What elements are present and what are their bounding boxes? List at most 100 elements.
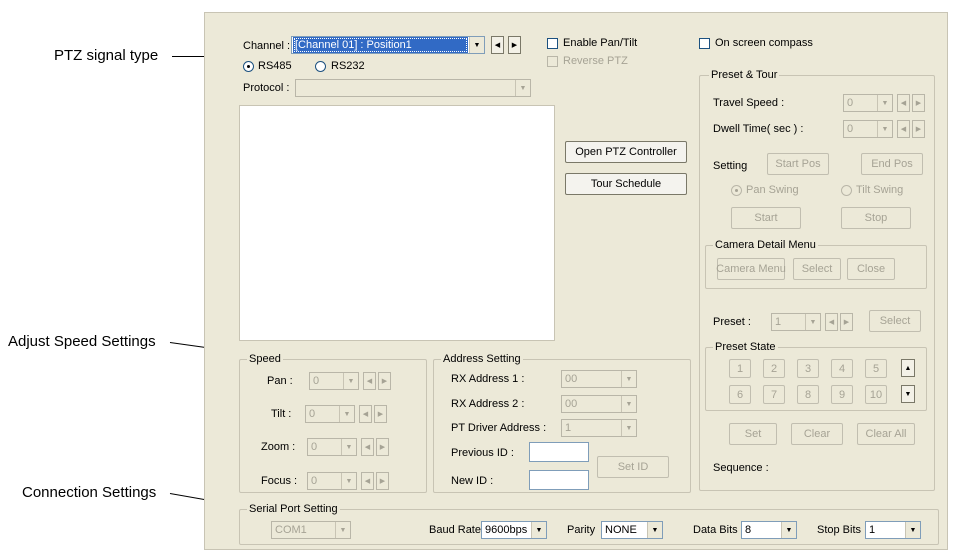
arrow-left-icon: ◀ [494, 42, 501, 49]
start-button[interactable]: Start [731, 207, 801, 229]
data-bits-select[interactable]: 8 ▼ [741, 521, 797, 539]
travel-speed-dec-button[interactable]: ◀ [897, 94, 910, 112]
zoom-speed-value: 0 [311, 441, 318, 453]
preset-state-button-5[interactable]: 5 [865, 359, 887, 378]
parity-value: NONE [605, 524, 637, 536]
rs485-label: RS485 [258, 60, 292, 72]
rx-address-1-label: RX Address 1 : [451, 373, 525, 385]
travel-speed-select[interactable]: 0 ▼ [843, 94, 893, 112]
stop-bits-select[interactable]: 1 ▼ [865, 521, 921, 539]
reverse-ptz-checkbox[interactable] [547, 56, 558, 67]
preset-state-button-2[interactable]: 2 [763, 359, 785, 378]
channel-next-button[interactable]: ▶ [508, 36, 521, 54]
baud-rate-select[interactable]: 9600bps ▼ [481, 521, 547, 539]
arrow-left-icon: ◀ [366, 378, 373, 385]
dwell-time-select[interactable]: 0 ▼ [843, 120, 893, 138]
camera-detail-title: Camera Detail Menu [713, 239, 818, 251]
rx-address-2-value: 00 [565, 398, 578, 410]
dwell-time-inc-button[interactable]: ▶ [912, 120, 925, 138]
preset-clear-button[interactable]: Clear [791, 423, 843, 445]
enable-pan-tilt-checkbox[interactable] [547, 38, 558, 49]
tilt-swing-label: Tilt Swing [856, 184, 904, 196]
pan-speed-select[interactable]: 0 ▼ [309, 372, 359, 390]
arrow-left-icon: ◀ [364, 444, 371, 451]
start-pos-button[interactable]: Start Pos [767, 153, 829, 175]
camera-select-button[interactable]: Select [793, 258, 841, 280]
travel-speed-inc-button[interactable]: ▶ [912, 94, 925, 112]
dwell-time-dec-button[interactable]: ◀ [897, 120, 910, 138]
tilt-speed-inc-button[interactable]: ▶ [374, 405, 387, 423]
pan-speed-inc-button[interactable]: ▶ [378, 372, 391, 390]
preset-select[interactable]: 1 ▼ [771, 313, 821, 331]
channel-prev-button[interactable]: ◀ [491, 36, 504, 54]
chevron-down-icon: ▼ [805, 314, 820, 330]
com-port-select[interactable]: COM1 ▼ [271, 521, 351, 539]
preset-state-button-3[interactable]: 3 [797, 359, 819, 378]
preset-label: Preset : [713, 316, 751, 328]
pan-speed-dec-button[interactable]: ◀ [363, 372, 376, 390]
tilt-swing-radio[interactable] [841, 185, 852, 196]
open-ptz-controller-button[interactable]: Open PTZ Controller [565, 141, 687, 163]
parity-select[interactable]: NONE ▼ [601, 521, 663, 539]
preset-state-button-1[interactable]: 1 [729, 359, 751, 378]
preset-state-button-4[interactable]: 4 [831, 359, 853, 378]
travel-speed-value: 0 [847, 97, 854, 109]
preset-state-button-10[interactable]: 10 [865, 385, 887, 404]
dwell-time-label: Dwell Time( sec ) : [713, 123, 804, 135]
chevron-down-icon: ▼ [341, 439, 356, 455]
preset-clear-all-button[interactable]: Clear All [857, 423, 915, 445]
chevron-down-icon: ▼ [339, 406, 354, 422]
camera-close-button[interactable]: Close [847, 258, 895, 280]
preset-next-button[interactable]: ▶ [840, 313, 853, 331]
pt-driver-address-select[interactable]: 1 ▼ [561, 419, 637, 437]
chevron-down-icon: ▼ [515, 80, 530, 96]
set-id-button[interactable]: Set ID [597, 456, 669, 478]
rx-address-2-select[interactable]: 00 ▼ [561, 395, 637, 413]
channel-value: [Channel 01] : Position1 [293, 37, 468, 53]
end-pos-button[interactable]: End Pos [861, 153, 923, 175]
arrow-right-icon: ▶ [379, 444, 386, 451]
focus-speed-inc-button[interactable]: ▶ [376, 472, 389, 490]
travel-speed-label: Travel Speed : [713, 97, 785, 109]
stop-button[interactable]: Stop [841, 207, 911, 229]
baud-rate-value: 9600bps [485, 524, 528, 536]
preset-state-button-6[interactable]: 6 [729, 385, 751, 404]
on-screen-compass-checkbox[interactable] [699, 38, 710, 49]
previous-id-input[interactable] [529, 442, 589, 462]
sequence-label: Sequence : [713, 462, 769, 474]
preset-state-scroll-up-button[interactable]: ▲ [901, 359, 915, 377]
stop-bits-label: Stop Bits [817, 524, 862, 536]
preset-state-button-8[interactable]: 8 [797, 385, 819, 404]
zoom-speed-select[interactable]: 0 ▼ [307, 438, 357, 456]
on-screen-compass-label: On screen compass [715, 37, 813, 49]
arrow-up-icon: ▲ [904, 364, 912, 372]
serial-port-title: Serial Port Setting [247, 503, 340, 515]
focus-speed-select[interactable]: 0 ▼ [307, 472, 357, 490]
rx-address-1-select[interactable]: 00 ▼ [561, 370, 637, 388]
preset-set-button[interactable]: Set [729, 423, 777, 445]
preset-state-scroll-down-button[interactable]: ▼ [901, 385, 915, 403]
parity-label: Parity [567, 524, 596, 536]
camera-menu-button[interactable]: Camera Menu [716, 258, 786, 280]
zoom-speed-inc-button[interactable]: ▶ [376, 438, 389, 456]
previous-id-label: Previous ID : [451, 447, 514, 459]
zoom-speed-dec-button[interactable]: ◀ [361, 438, 374, 456]
chevron-down-icon: ▼ [877, 121, 892, 137]
tour-schedule-button[interactable]: Tour Schedule [565, 173, 687, 195]
tilt-speed-select[interactable]: 0 ▼ [305, 405, 355, 423]
preset-select-button[interactable]: Select [869, 310, 921, 332]
focus-speed-dec-button[interactable]: ◀ [361, 472, 374, 490]
chevron-down-icon: ▼ [531, 522, 546, 538]
preset-state-button-7[interactable]: 7 [763, 385, 785, 404]
zoom-speed-label: Zoom : [261, 441, 296, 453]
preset-state-button-9[interactable]: 9 [831, 385, 853, 404]
new-id-input[interactable] [529, 470, 589, 490]
rs232-radio[interactable] [315, 61, 326, 72]
chevron-down-icon: ▼ [621, 371, 636, 387]
protocol-select[interactable]: ▼ [295, 79, 531, 97]
pan-swing-radio[interactable] [731, 185, 742, 196]
channel-select[interactable]: [Channel 01] : Position1 ▼ [291, 36, 485, 54]
preset-prev-button[interactable]: ◀ [825, 313, 838, 331]
tilt-speed-dec-button[interactable]: ◀ [359, 405, 372, 423]
rs485-radio[interactable] [243, 61, 254, 72]
